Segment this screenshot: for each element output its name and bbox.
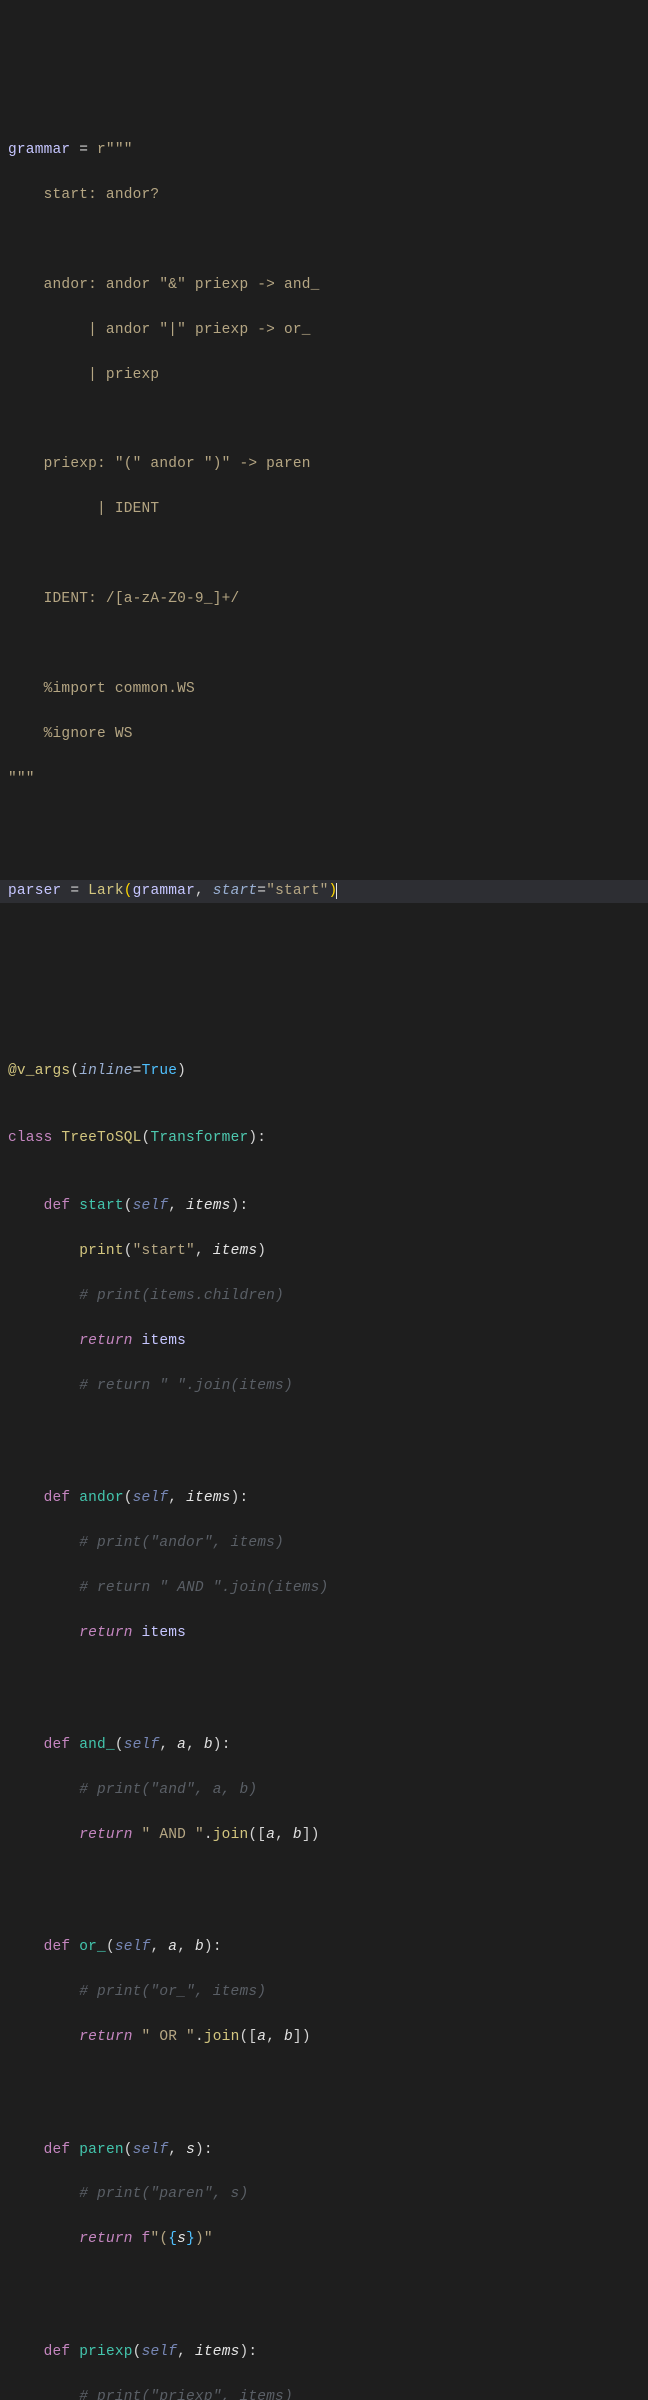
method-name: and_ — [79, 1737, 115, 1753]
comment: # print("and", a, b) — [79, 1782, 257, 1798]
code-line-empty[interactable] — [0, 948, 648, 970]
code-line[interactable]: # return " ".join(items) — [0, 1375, 648, 1397]
code-editor[interactable]: grammar = r""" start: andor? andor: ando… — [0, 94, 648, 2400]
method-name: priexp — [79, 2344, 132, 2360]
function-call: Lark — [88, 883, 124, 899]
code-line[interactable]: # print("priexp", items) — [0, 2386, 648, 2400]
code-line-empty[interactable] — [0, 813, 648, 835]
method-name: or_ — [79, 1939, 106, 1955]
method-name: paren — [79, 2142, 124, 2158]
code-line[interactable]: | andor "|" priexp -> or_ — [0, 319, 648, 341]
code-line[interactable]: | priexp — [0, 364, 648, 386]
code-line[interactable]: IDENT: /[a-zA-Z0-9_]+/ — [0, 588, 648, 610]
method-name: start — [79, 1198, 124, 1214]
code-line[interactable]: # return " AND ".join(items) — [0, 1577, 648, 1599]
comment: # return " AND ".join(items) — [79, 1580, 328, 1596]
comment: # print(items.children) — [79, 1288, 284, 1304]
code-line[interactable]: @v_args(inline=True) — [0, 1060, 648, 1082]
code-line[interactable] — [0, 543, 648, 565]
class-name: TreeToSQL — [61, 1130, 141, 1146]
code-line[interactable]: class TreeToSQL(Transformer): — [0, 1127, 648, 1149]
method-name: andor — [79, 1490, 124, 1506]
code-line-active[interactable]: parser = Lark(grammar, start="start") — [0, 880, 648, 902]
text-cursor — [336, 883, 337, 899]
code-line[interactable]: andor: andor "&" priexp -> and_ — [0, 274, 648, 296]
code-line-empty[interactable] — [0, 1869, 648, 1891]
code-line[interactable]: grammar = r""" — [0, 139, 648, 161]
decorator-icon: @ — [8, 1063, 17, 1079]
code-line[interactable]: %import common.WS — [0, 678, 648, 700]
code-line[interactable]: # print("andor", items) — [0, 1532, 648, 1554]
code-line[interactable]: start: andor? — [0, 184, 648, 206]
comment: # print("paren", s) — [79, 2186, 248, 2202]
code-line[interactable]: %ignore WS — [0, 723, 648, 745]
code-line-empty[interactable] — [0, 1667, 648, 1689]
code-line[interactable]: return " AND ".join([a, b]) — [0, 1824, 648, 1846]
comment: # print("priexp", items) — [79, 2389, 293, 2400]
comment: # print("or_", items) — [79, 1984, 266, 2000]
code-line[interactable]: def priexp(self, items): — [0, 2341, 648, 2363]
variable-name: grammar — [8, 142, 70, 158]
code-line[interactable]: print("start", items) — [0, 1240, 648, 1262]
code-line[interactable] — [0, 408, 648, 430]
code-line[interactable]: """ — [0, 768, 648, 790]
variable-name: parser — [8, 883, 61, 899]
code-line[interactable]: def paren(self, s): — [0, 2139, 648, 2161]
code-line[interactable] — [0, 229, 648, 251]
code-line-empty[interactable] — [0, 1420, 648, 1442]
code-line[interactable]: # print("paren", s) — [0, 2183, 648, 2205]
code-line[interactable]: # print("and", a, b) — [0, 1779, 648, 1801]
comment: # print("andor", items) — [79, 1535, 284, 1551]
code-line[interactable]: return items — [0, 1330, 648, 1352]
code-line[interactable]: # print(items.children) — [0, 1285, 648, 1307]
code-line[interactable]: return items — [0, 1622, 648, 1644]
code-line-empty[interactable] — [0, 993, 648, 1015]
code-line[interactable]: def or_(self, a, b): — [0, 1936, 648, 1958]
code-line[interactable]: def and_(self, a, b): — [0, 1734, 648, 1756]
code-line[interactable] — [0, 633, 648, 655]
comment: # return " ".join(items) — [79, 1378, 293, 1394]
code-line[interactable]: # print("or_", items) — [0, 1981, 648, 2003]
code-line[interactable]: return " OR ".join([a, b]) — [0, 2026, 648, 2048]
code-line-empty[interactable] — [0, 2071, 648, 2093]
code-line[interactable]: | IDENT — [0, 498, 648, 520]
code-line-empty[interactable] — [0, 2273, 648, 2295]
keyword: class — [8, 1130, 53, 1146]
code-line[interactable]: def start(self, items): — [0, 1195, 648, 1217]
code-line[interactable]: def andor(self, items): — [0, 1487, 648, 1509]
code-line[interactable]: return f"({s})" — [0, 2228, 648, 2250]
code-line[interactable]: priexp: "(" andor ")" -> paren — [0, 453, 648, 475]
